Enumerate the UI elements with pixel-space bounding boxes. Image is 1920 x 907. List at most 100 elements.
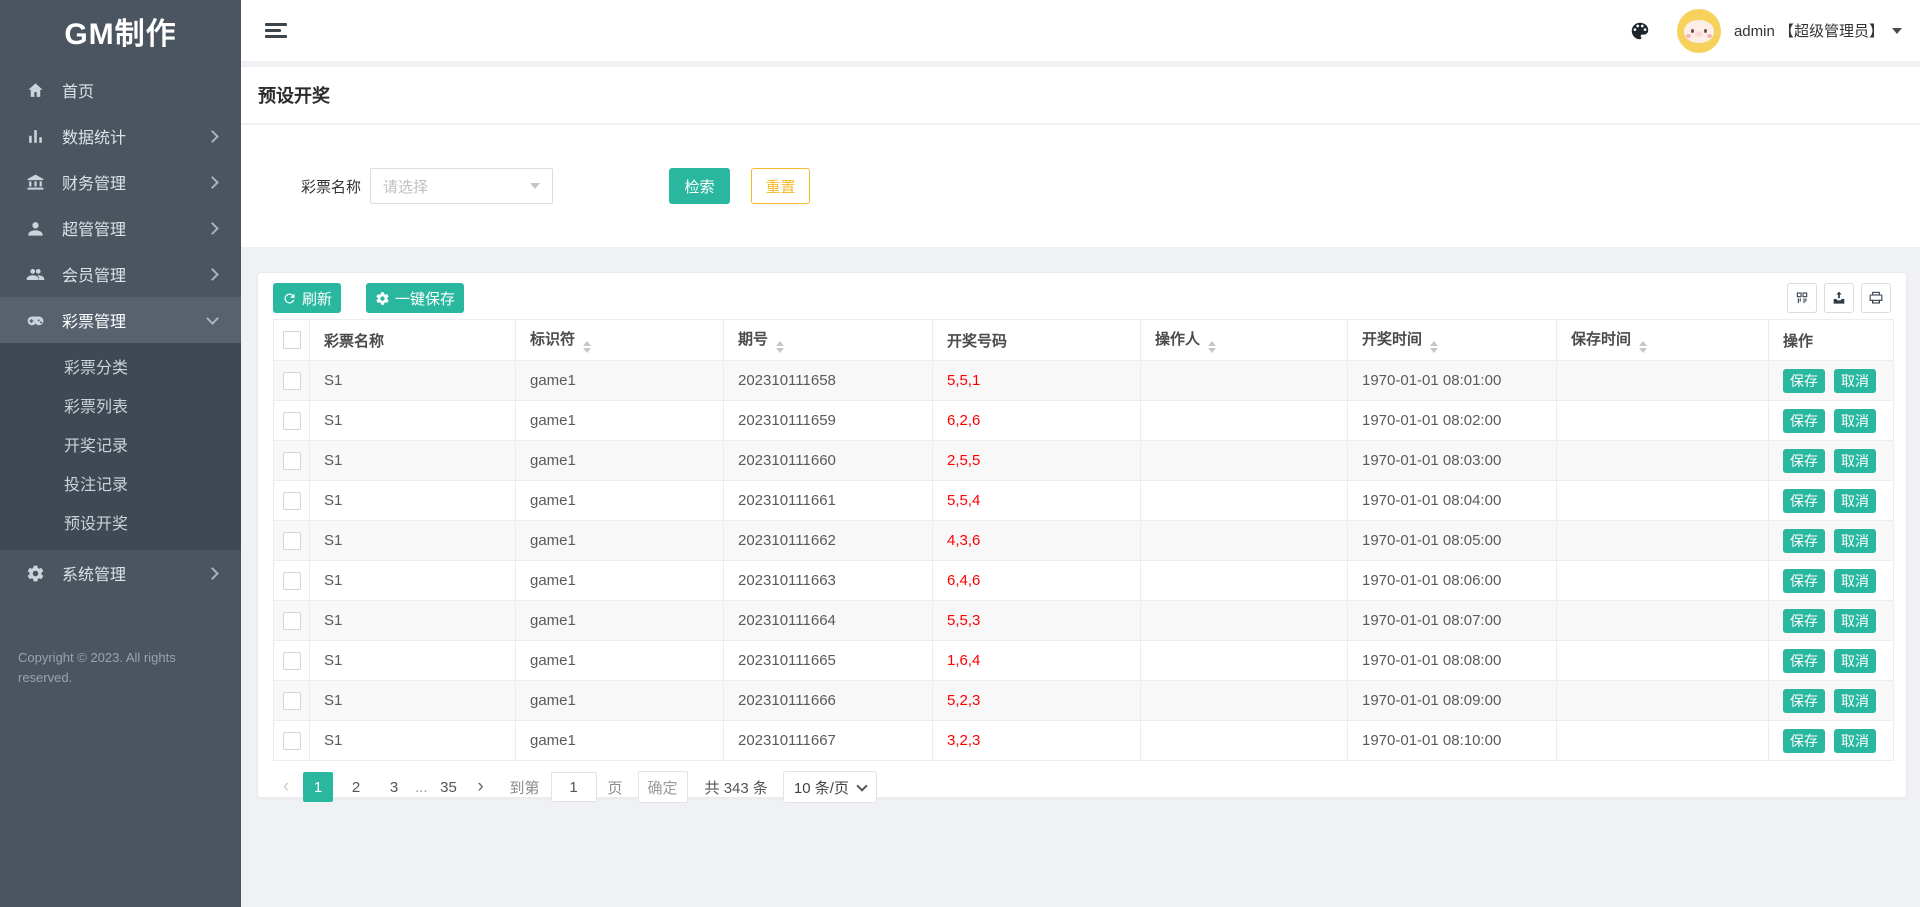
save-button[interactable]: 保存 (1783, 368, 1825, 393)
print-button[interactable] (1861, 283, 1891, 313)
save-button[interactable]: 保存 (1783, 488, 1825, 513)
page-button-1[interactable]: 1 (303, 772, 333, 802)
reset-button[interactable]: 重置 (751, 168, 811, 204)
cell-code: game1 (515, 600, 724, 641)
cancel-button[interactable]: 取消 (1834, 528, 1876, 553)
save-button[interactable]: 保存 (1783, 648, 1825, 673)
save-button[interactable]: 保存 (1783, 408, 1825, 433)
bank-icon (27, 174, 44, 190)
sidebar-item-stats[interactable]: 数据统计 (0, 113, 241, 159)
sidebar-subitem-draw-records[interactable]: 开奖记录 (0, 427, 241, 466)
cancel-button[interactable]: 取消 (1834, 368, 1876, 393)
cancel-button[interactable]: 取消 (1834, 648, 1876, 673)
page-button-3[interactable]: 3 (379, 772, 409, 802)
sidebar-item-home[interactable]: 首页 (0, 67, 241, 113)
sidebar-subitem-lottery-category[interactable]: 彩票分类 (0, 349, 241, 388)
row-checkbox[interactable] (282, 531, 301, 550)
cancel-button[interactable]: 取消 (1834, 728, 1876, 753)
select-all-checkbox[interactable] (282, 331, 301, 350)
save-button[interactable]: 保存 (1783, 568, 1825, 593)
table-row: S1 game1 202310111667 3,2,3 1970-01-01 08:10… (273, 720, 1894, 761)
save-all-button[interactable]: 一键保存 (366, 283, 465, 313)
cell-name: S1 (309, 400, 516, 441)
pagination: ‹123... 35› 到第 页确定共 343 条 10 条/页 (273, 771, 1891, 803)
table-row: S1 game1 202310111665 1,6,4 1970-01-01 08:08… (273, 640, 1894, 681)
row-checkbox[interactable] (282, 611, 301, 630)
table-row: S1 game1 202310111662 4,3,6 1970-01-01 08:05… (273, 520, 1894, 561)
row-checkbox[interactable] (282, 691, 301, 710)
sidebar-item-label: 超管管理 (62, 222, 127, 239)
next-page-button[interactable]: › (468, 772, 494, 802)
table-card: 刷新 一键保存 彩票名称 标识符 期号 开奖号码 操作人 开奖时间 保存时间 操作 S1 gam… (257, 272, 1907, 803)
cell-save_time (1556, 520, 1769, 561)
sidebar-subitem-preset-draw[interactable]: 预设开奖 (0, 505, 241, 544)
sidebar-item-system[interactable]: 系统管理 (0, 550, 241, 596)
cell-draw_time: 1970-01-01 08:08:00 (1347, 640, 1557, 681)
row-checkbox[interactable] (282, 731, 301, 750)
cancel-button[interactable]: 取消 (1834, 568, 1876, 593)
cell-name: S1 (309, 680, 516, 721)
row-select-cell (273, 440, 310, 481)
sidebar-item-superadmin[interactable]: 超管管理 (0, 205, 241, 251)
confirm-page-button[interactable]: 确定 (637, 771, 688, 803)
sidebar-subitem-lottery-list[interactable]: 彩票列表 (0, 388, 241, 427)
column-label: 开奖号码 (947, 332, 1008, 350)
app-logo: GM制作 (64, 17, 177, 51)
user-dropdown[interactable]: admin 【超级管理员】 (1734, 20, 1902, 41)
column-header-draw_time[interactable]: 开奖时间 (1347, 319, 1557, 361)
column-header-operator[interactable]: 操作人 (1140, 319, 1348, 361)
cell-actions: 保存 取消 (1768, 640, 1894, 681)
cell-name: S1 (309, 720, 516, 761)
per-page-select[interactable]: 10 条/页 (782, 771, 877, 803)
save-button[interactable]: 保存 (1783, 728, 1825, 753)
save-button[interactable]: 保存 (1783, 608, 1825, 633)
page-button-35[interactable]: 35 (434, 772, 464, 802)
cell-save_time (1556, 400, 1769, 441)
avatar[interactable] (1676, 8, 1721, 53)
row-checkbox[interactable] (282, 451, 301, 470)
row-checkbox[interactable] (282, 651, 301, 670)
cancel-button[interactable]: 取消 (1834, 448, 1876, 473)
column-header-code[interactable]: 标识符 (515, 319, 724, 361)
cancel-button[interactable]: 取消 (1834, 488, 1876, 513)
sort-icon[interactable] (1639, 340, 1648, 353)
column-header-select[interactable] (273, 319, 310, 361)
cancel-button[interactable]: 取消 (1834, 688, 1876, 713)
cell-issue: 202310111659 (723, 400, 933, 441)
sidebar-item-finance[interactable]: 财务管理 (0, 159, 241, 205)
row-checkbox[interactable] (282, 371, 301, 390)
row-select-cell (273, 640, 310, 681)
cell-numbers: 4,3,6 (932, 520, 1141, 561)
goto-page-input[interactable] (550, 772, 597, 802)
save-button[interactable]: 保存 (1783, 448, 1825, 473)
sort-icon[interactable] (776, 340, 785, 353)
export-button[interactable] (1824, 283, 1854, 313)
columns-button[interactable] (1787, 283, 1817, 313)
cancel-button[interactable]: 取消 (1834, 608, 1876, 633)
column-header-issue[interactable]: 期号 (723, 319, 933, 361)
sidebar-subitem-bet-records[interactable]: 投注记录 (0, 466, 241, 505)
sidebar-item-lottery[interactable]: 彩票管理 (0, 297, 241, 343)
hamburger-menu-icon[interactable] (265, 20, 287, 41)
theme-palette-icon[interactable] (1629, 20, 1651, 42)
sort-icon[interactable] (1430, 340, 1439, 353)
refresh-button[interactable]: 刷新 (273, 283, 342, 313)
sort-icon[interactable] (583, 340, 592, 353)
lottery-name-select[interactable]: 请选择 (370, 168, 554, 204)
per-page-value: 10 条/页 (793, 779, 849, 797)
columns-icon (1796, 292, 1808, 303)
sort-icon[interactable] (1208, 340, 1217, 353)
row-checkbox[interactable] (282, 491, 301, 510)
row-checkbox[interactable] (282, 411, 301, 430)
page-button-2[interactable]: 2 (341, 772, 371, 802)
prev-page-button[interactable]: ‹ (273, 772, 299, 802)
save-button[interactable]: 保存 (1783, 528, 1825, 553)
users-icon (26, 268, 45, 280)
sidebar-item-label: 彩票管理 (62, 314, 127, 331)
cancel-button[interactable]: 取消 (1834, 408, 1876, 433)
column-header-save_time[interactable]: 保存时间 (1556, 319, 1769, 361)
search-button[interactable]: 检索 (669, 168, 731, 204)
sidebar-item-members[interactable]: 会员管理 (0, 251, 241, 297)
save-button[interactable]: 保存 (1783, 688, 1825, 713)
row-checkbox[interactable] (282, 571, 301, 590)
